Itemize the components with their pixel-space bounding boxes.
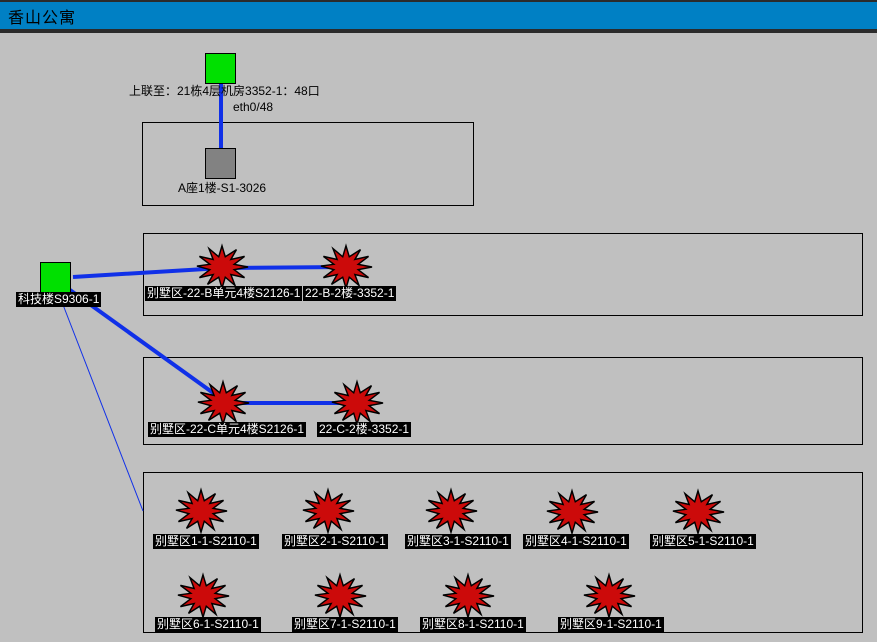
device-label-v9: 别墅区9-1-S2110-1 [558, 617, 664, 632]
alarm-burst-icon-v5[interactable] [671, 488, 725, 536]
device-icon-uplink-switch[interactable] [205, 53, 236, 84]
alarm-burst-icon-v2[interactable] [301, 487, 355, 535]
window-titlebar[interactable]: 香山公寓 [0, 0, 877, 33]
alarm-burst-icon-v6[interactable] [176, 572, 230, 620]
device-label-v2: 别墅区2-1-S2110-1 [282, 534, 388, 549]
alarm-burst-icon-v7[interactable] [313, 572, 367, 620]
group-box-villa-zone [143, 472, 863, 633]
link-port-label: eth0/48 [233, 100, 273, 114]
device-label-c2: 22-C-2楼-3352-1 [317, 422, 411, 437]
topology-window: 香山公寓 上联至：21栋4层机房3352-1：48口 eth0/48 A座1楼-… [0, 0, 877, 642]
device-label-v3: 别墅区3-1-S2110-1 [405, 534, 511, 549]
alarm-burst-icon-v4[interactable] [545, 488, 599, 536]
device-label-v6: 别墅区6-1-S2110-1 [155, 617, 261, 632]
device-label-v7: 别墅区7-1-S2110-1 [292, 617, 398, 632]
alarm-burst-icon-v3[interactable] [424, 487, 478, 535]
device-label-uplink: 上联至：21栋4层机房3352-1：48口 [129, 84, 320, 98]
device-label-v8: 别墅区8-1-S2110-1 [420, 617, 526, 632]
device-label-a1: A座1楼-S1-3026 [178, 181, 266, 195]
window-title: 香山公寓 [0, 4, 76, 28]
device-label-v5: 别墅区5-1-S2110-1 [650, 534, 756, 549]
alarm-burst-icon-v1[interactable] [174, 487, 228, 535]
alarm-burst-icon-c2[interactable] [330, 379, 384, 427]
alarm-burst-icon-v8[interactable] [441, 572, 495, 620]
alarm-burst-icon-b1[interactable] [195, 243, 249, 291]
alarm-burst-icon-c1[interactable] [196, 379, 250, 427]
group-box-villa-22b [143, 233, 863, 316]
device-label-v4: 别墅区4-1-S2110-1 [523, 534, 629, 549]
device-label-c1: 别墅区-22-C单元4楼S2126-1 [148, 422, 306, 437]
device-label-v1: 别墅区1-1-S2110-1 [153, 534, 259, 549]
alarm-burst-icon-v9[interactable] [582, 572, 636, 620]
device-label-core: 科技楼S9306-1 [16, 292, 101, 307]
device-label-b2: 22-B-2楼-3352-1 [303, 286, 396, 301]
device-label-b1: 别墅区-22-B单元4楼S2126-1 [145, 286, 302, 301]
alarm-burst-icon-b2[interactable] [319, 243, 373, 291]
device-icon-a1-switch[interactable] [205, 148, 236, 179]
device-icon-core-switch[interactable] [40, 262, 71, 293]
